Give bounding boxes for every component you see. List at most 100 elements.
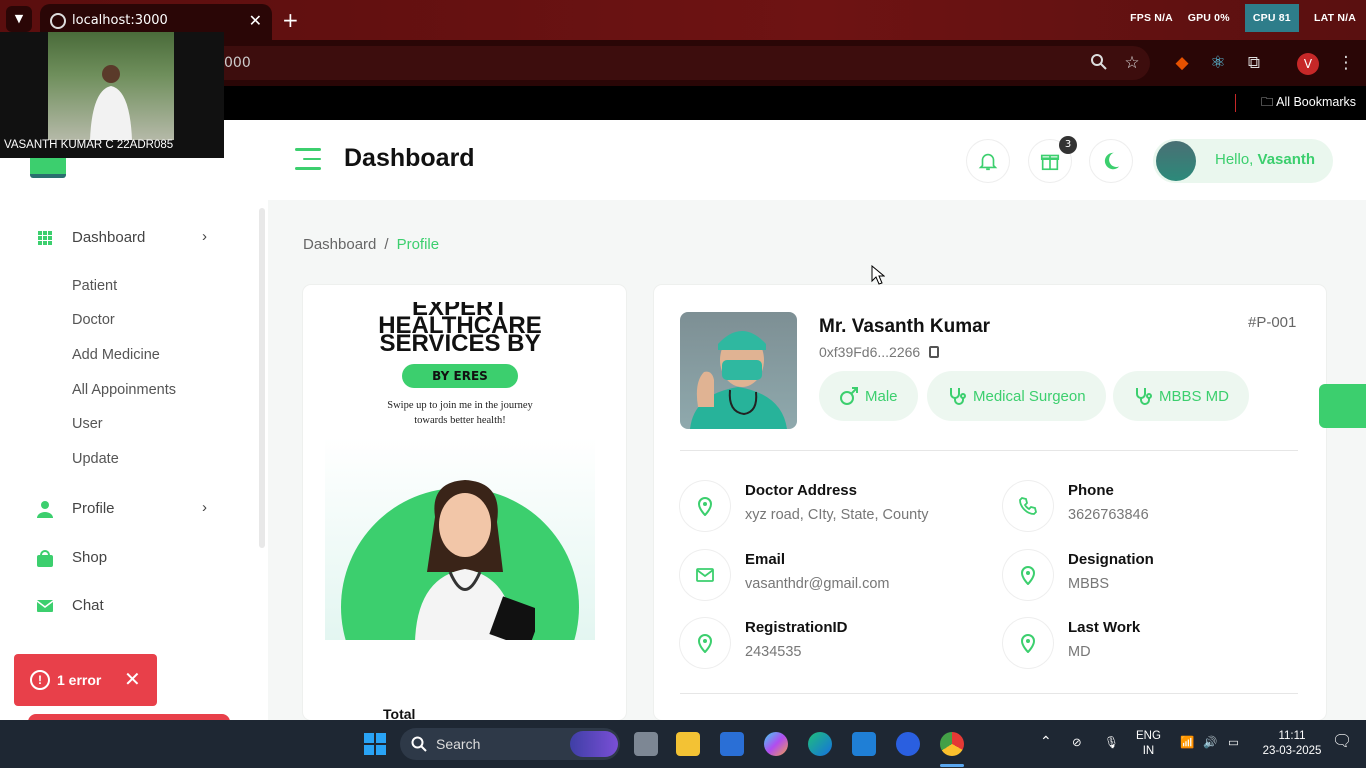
sidebar-subitem-all-appointments[interactable]: All Appoinments [72, 382, 176, 398]
menu-dots-icon[interactable]: ⋮ [1336, 53, 1356, 73]
bookmark-divider [1235, 94, 1236, 112]
all-bookmarks-button[interactable]: 🗀 All Bookmarks [1261, 93, 1356, 114]
copy-icon[interactable] [929, 346, 940, 358]
sidebar-item-label: Chat [72, 597, 104, 614]
profile-id: #P-001 [1248, 314, 1297, 331]
doctor-photo [680, 312, 797, 429]
react-devtools-icon[interactable]: ⚛ [1208, 53, 1228, 73]
sidebar-subitem-patient[interactable]: Patient [72, 278, 117, 294]
sidebar-scrollbar[interactable] [259, 208, 265, 548]
windows-taskbar: Search ⌃ ⊘ 🎙 ENG IN 📶 🔊 ▭ 11:11 23-03-20… [0, 720, 1366, 768]
poster-tagline-1: Swipe up to join me in the journey [387, 400, 533, 411]
mail-icon [680, 550, 730, 600]
breadcrumb: Dashboard / Profile [303, 236, 439, 253]
sidebar-subitem-doctor[interactable]: Doctor [72, 312, 115, 328]
windows-start-icon[interactable] [363, 732, 387, 756]
chip-degree: MBBS MD [1113, 371, 1250, 421]
network-off-icon[interactable]: ⊘ [1072, 736, 1082, 751]
chevron-up-icon[interactable]: ⌃ [1040, 734, 1052, 749]
location-pin-icon [1003, 550, 1053, 600]
language-bottom: IN [1142, 745, 1155, 757]
hamburger-menu-icon[interactable] [295, 148, 321, 170]
tab-search-button[interactable]: ▼ [6, 6, 32, 32]
healthcare-poster: EXPERT HEALTHCARE SERVICES BY BY ERES Sw… [325, 302, 595, 640]
clock[interactable]: 11:11 23-03-2025 [1258, 729, 1326, 759]
phone-icon [1003, 481, 1053, 531]
microsoft-store-icon[interactable] [720, 732, 744, 756]
star-icon[interactable]: ☆ [1122, 53, 1142, 73]
sidebar-item-label: Dashboard [72, 229, 146, 246]
file-explorer-icon[interactable] [676, 732, 700, 756]
breadcrumb-current: Profile [396, 236, 440, 253]
webcam-photo [48, 32, 174, 140]
metamask-fox-icon[interactable]: ◆ [1172, 53, 1192, 73]
microphone-icon[interactable]: 🎙 [1104, 736, 1119, 751]
profile-name: Mr. Vasanth Kumar [819, 316, 991, 337]
copilot-icon[interactable] [764, 732, 788, 756]
error-toast[interactable]: ! 1 error ✕ [14, 654, 157, 706]
wallet-address-text: 0xf39Fd6...2266 [819, 344, 921, 360]
volume-icon[interactable]: 🔊 [1203, 736, 1217, 751]
location-pin-icon [1003, 618, 1053, 668]
stethoscope-icon [950, 388, 966, 405]
language-indicator[interactable]: ENG IN [1136, 729, 1161, 759]
notifications-icon[interactable]: 🗨 [1332, 734, 1352, 750]
zoom-app-icon[interactable] [896, 732, 920, 756]
active-app-indicator [940, 764, 964, 767]
extensions-icon[interactable]: ⧉ [1244, 53, 1264, 73]
chip-label: Male [865, 387, 898, 405]
tab-close-icon[interactable]: ✕ [249, 11, 262, 30]
tab-title: localhost:3000 [72, 13, 168, 28]
profile-divider [680, 450, 1298, 451]
wifi-icon[interactable]: 📶 [1180, 736, 1194, 751]
vscode-icon[interactable] [852, 732, 876, 756]
error-message: 1 error [57, 672, 102, 688]
taskbar-search[interactable]: Search [400, 728, 620, 760]
info-title-email: Email [745, 551, 786, 568]
sidebar-subitem-user[interactable]: User [72, 416, 103, 432]
sidebar-item-label: Shop [72, 549, 108, 566]
battery-icon[interactable]: ▭ [1228, 736, 1239, 751]
notification-bell-button[interactable] [967, 140, 1009, 182]
info-title-phone: Phone [1068, 482, 1114, 499]
chip-label: Medical Surgeon [973, 387, 1086, 405]
theme-toggle-button[interactable] [1090, 140, 1132, 182]
gpu-stat: GPU 0% [1187, 12, 1230, 24]
poster-tagline-2: towards better health! [414, 415, 506, 426]
profile-divider-bottom [680, 693, 1298, 694]
cpu-stat: CPU 81 [1244, 4, 1299, 32]
chrome-icon[interactable] [940, 732, 964, 756]
search-label: Search [436, 736, 481, 752]
error-icon: ! [30, 670, 50, 690]
all-bookmarks-label: All Bookmarks [1276, 95, 1356, 109]
grid-icon [38, 231, 52, 245]
sidebar-subitem-add-medicine[interactable]: Add Medicine [72, 347, 160, 363]
floating-widget-button[interactable] [1319, 384, 1366, 428]
info-value-designation: MBBS [1068, 576, 1110, 592]
sidebar-subitem-update[interactable]: Update [72, 451, 119, 467]
edge-icon[interactable] [808, 732, 832, 756]
address-bar[interactable]: 000 [180, 46, 1150, 80]
globe-icon [50, 13, 66, 29]
user-greeting[interactable]: Hello, Vasanth [1153, 139, 1333, 183]
info-value-last-work: MD [1068, 644, 1091, 660]
close-icon[interactable]: ✕ [124, 667, 141, 692]
fps-stat: FPS N/A [1130, 12, 1173, 24]
mouse-cursor-icon [871, 265, 885, 285]
info-value-email: vasanthdr@gmail.com [745, 576, 890, 592]
breadcrumb-root[interactable]: Dashboard [303, 236, 376, 253]
page-title: Dashboard [344, 144, 475, 172]
gift-icon [1040, 154, 1060, 171]
gift-button[interactable]: 3 [1029, 136, 1077, 182]
new-tab-button[interactable]: + [282, 8, 299, 32]
lat-stat: LAT N/A [1313, 12, 1356, 24]
profile-avatar[interactable]: V [1297, 53, 1319, 75]
zoom-icon[interactable] [1089, 53, 1109, 73]
info-title-last-work: Last Work [1068, 619, 1141, 636]
hello-name: Vasanth [1257, 151, 1316, 168]
chip-specialty: Medical Surgeon [927, 371, 1106, 421]
task-view-icon[interactable] [634, 732, 658, 756]
poster-heading-3: SERVICES BY [379, 330, 541, 357]
user-icon [37, 501, 53, 518]
chevron-right-icon: › [202, 228, 207, 245]
